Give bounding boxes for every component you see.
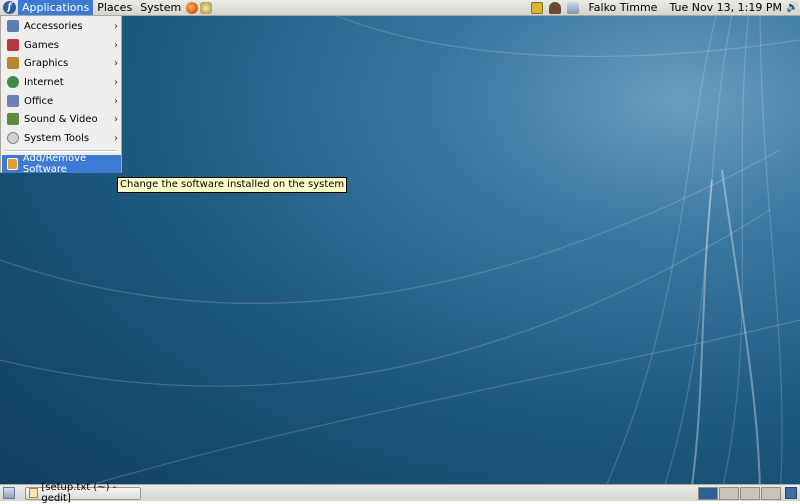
workspace-2[interactable] xyxy=(719,486,739,500)
taskbar-window-button[interactable]: [setup.txt (~) - gedit] xyxy=(25,482,141,504)
text-editor-icon xyxy=(29,488,39,498)
system-menu-button[interactable]: System xyxy=(136,0,185,15)
add-remove-software-icon xyxy=(7,158,18,170)
menu-item-label: Internet xyxy=(24,76,64,88)
menu-item-sound-video[interactable]: Sound & Video › xyxy=(2,110,121,128)
graphics-icon xyxy=(7,57,19,69)
menu-item-label: Games xyxy=(24,39,59,51)
chevron-right-icon: › xyxy=(114,76,118,88)
games-icon xyxy=(7,39,19,51)
volume-icon[interactable]: 🔊 xyxy=(786,2,798,13)
mail-icon[interactable] xyxy=(200,1,213,14)
firefox-icon[interactable] xyxy=(186,1,199,14)
office-icon xyxy=(7,95,19,107)
notes-icon[interactable] xyxy=(531,1,544,14)
menu-item-label: Office xyxy=(24,95,54,107)
menu-item-games[interactable]: Games › xyxy=(2,36,121,54)
workspace-1[interactable] xyxy=(698,486,718,500)
menu-item-accessories[interactable]: Accessories › xyxy=(2,17,121,35)
system-tools-icon xyxy=(7,132,19,144)
menu-separator xyxy=(5,150,117,152)
menu-item-label: Add/Remove Software xyxy=(22,153,87,175)
places-menu-button[interactable]: Places xyxy=(93,0,136,15)
chevron-right-icon: › xyxy=(114,57,118,69)
menu-item-label: Sound & Video xyxy=(24,113,98,125)
clock[interactable]: Tue Nov 13, 1:19 PM xyxy=(663,1,786,14)
sound-video-icon xyxy=(7,113,19,125)
applications-menu: Accessories › Games › Graphics › Interne… xyxy=(0,15,122,175)
menu-item-label: Accessories xyxy=(24,20,83,32)
package-updater-icon[interactable] xyxy=(549,1,562,14)
accessories-icon xyxy=(7,20,19,32)
taskbar-window-label: [setup.txt (~) - gedit] xyxy=(41,482,117,504)
menu-item-office[interactable]: Office › xyxy=(2,92,121,110)
internet-icon xyxy=(7,76,19,88)
applications-menu-button[interactable]: Applications xyxy=(18,0,94,15)
chevron-right-icon: › xyxy=(114,95,118,107)
bottom-panel: [setup.txt (~) - gedit] xyxy=(0,482,800,504)
menu-item-system-tools[interactable]: System Tools › xyxy=(2,129,121,147)
menu-item-label: System Tools xyxy=(24,132,90,144)
menu-item-graphics[interactable]: Graphics › xyxy=(2,54,121,72)
menu-item-label: Graphics xyxy=(24,57,69,69)
trash-icon[interactable] xyxy=(785,487,797,499)
chevron-right-icon: › xyxy=(114,132,118,144)
show-desktop-icon[interactable] xyxy=(3,487,15,499)
chevron-right-icon: › xyxy=(114,39,118,51)
network-icon[interactable] xyxy=(567,1,580,14)
workspace-3[interactable] xyxy=(740,486,760,500)
user-switcher[interactable]: Falko Timme xyxy=(582,1,663,14)
tooltip: Change the software installed on the sys… xyxy=(117,177,348,193)
chevron-right-icon: › xyxy=(114,113,118,125)
chevron-right-icon: › xyxy=(114,20,118,32)
workspace-4[interactable] xyxy=(761,486,781,500)
menu-item-add-remove-software[interactable]: Add/Remove Software xyxy=(2,153,121,175)
menu-item-internet[interactable]: Internet › xyxy=(2,73,121,91)
top-panel: f Applications Places System Falko Timme… xyxy=(0,0,800,16)
fedora-logo-icon[interactable]: f xyxy=(3,1,16,14)
